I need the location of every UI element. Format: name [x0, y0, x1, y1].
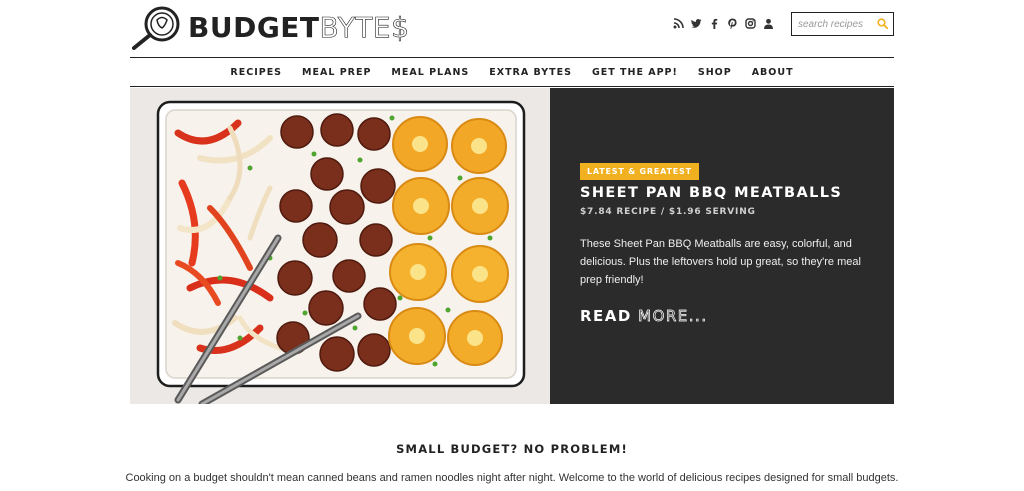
instagram-icon[interactable] [745, 16, 756, 30]
search-input[interactable] [798, 16, 876, 32]
tagline-text: Cooking on a budget shouldn't mean canne… [125, 472, 899, 484]
sheet-pan-food-image [130, 88, 550, 404]
site-header: BUDGETBYTE$ [130, 0, 894, 58]
featured-recipe-image[interactable] [130, 88, 550, 404]
nav-item-recipes[interactable]: RECIPES [220, 67, 292, 78]
nav-item-extra-bytes[interactable]: EXTRA BYTES [479, 67, 582, 78]
search-box [791, 12, 894, 36]
latest-badge: LATEST & GREATEST [580, 163, 699, 180]
facebook-icon[interactable] [709, 16, 720, 30]
pinterest-icon[interactable] [727, 16, 738, 30]
frying-pan-logo-icon [132, 6, 180, 50]
search-icon[interactable] [877, 18, 888, 29]
read-more-link[interactable]: READ MORE... [580, 307, 708, 326]
social-links [673, 16, 774, 30]
tagline-heading: SMALL BUDGET? NO PROBLEM! [396, 442, 628, 456]
logo-wordmark: BUDGETBYTE$ [188, 10, 410, 44]
featured-recipe-price: $7.84 RECIPE / $1.96 SERVING [580, 207, 756, 217]
featured-recipe-panel: LATEST & GREATEST SHEET PAN BBQ MEATBALL… [550, 88, 894, 404]
read-more-word-more: MORE... [638, 307, 708, 326]
nav-item-meal-prep[interactable]: MEAL PREP [292, 67, 381, 78]
site-logo[interactable]: BUDGETBYTE$ [130, 4, 409, 50]
twitter-icon[interactable] [691, 16, 702, 30]
main-nav: RECIPES MEAL PREP MEAL PLANS EXTRA BYTES… [130, 59, 894, 87]
featured-recipe-title[interactable]: SHEET PAN BBQ MEATBALLS [580, 185, 842, 201]
read-more-word-read: READ [580, 307, 632, 325]
nav-item-meal-plans[interactable]: MEAL PLANS [381, 67, 479, 78]
user-icon[interactable] [763, 16, 774, 30]
nav-item-about[interactable]: ABOUT [742, 67, 804, 78]
nav-item-get-the-app[interactable]: GET THE APP! [582, 67, 688, 78]
nav-item-shop[interactable]: SHOP [688, 67, 742, 78]
featured-recipe-description: These Sheet Pan BBQ Meatballs are easy, … [580, 238, 861, 286]
featured-recipe: LATEST & GREATEST SHEET PAN BBQ MEATBALL… [130, 88, 894, 404]
logo-word-bytes: BYTE$ [319, 10, 410, 44]
logo-word-budget: BUDGET [188, 10, 320, 44]
rss-icon[interactable] [673, 16, 684, 30]
